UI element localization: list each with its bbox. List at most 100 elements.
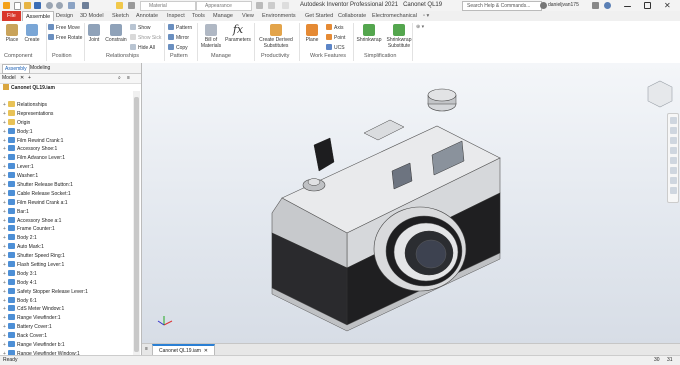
group-manage[interactable]: Manage: [211, 53, 231, 59]
pattern-button[interactable]: Pattern: [168, 24, 192, 32]
expand-icon[interactable]: +: [3, 137, 7, 146]
browser-part-item[interactable]: + Flash Setting Lever:1: [0, 261, 133, 270]
browser-folder-item[interactable]: + Origin: [0, 118, 133, 128]
browser-part-item[interactable]: + Shutter Release Button:1: [0, 181, 133, 190]
group-productivity[interactable]: Productivity: [261, 53, 289, 59]
tab-view[interactable]: View: [242, 11, 254, 21]
hide-all-button[interactable]: Hide All: [130, 44, 155, 52]
expand-icon[interactable]: +: [3, 172, 7, 181]
tab-electromechanical[interactable]: Electromechanical: [372, 11, 417, 21]
film-advance-lever[interactable]: [313, 137, 335, 172]
graphics-viewport[interactable]: [142, 63, 680, 343]
tab-collaborate[interactable]: Collaborate: [338, 11, 366, 21]
select-icon[interactable]: [82, 2, 89, 9]
free-rotate-button[interactable]: Free Rotate: [48, 34, 82, 42]
browser-part-item[interactable]: + Film Rewind Crank:1: [0, 136, 133, 146]
expand-icon[interactable]: +: [3, 314, 7, 323]
expand-icon[interactable]: +: [3, 217, 7, 226]
tab-manage[interactable]: Manage: [213, 11, 233, 21]
tab-file[interactable]: File: [2, 11, 21, 21]
material-dropdown[interactable]: Material: [140, 1, 196, 11]
add-panel-icon[interactable]: ⊕ ▾: [416, 23, 424, 31]
expand-icon[interactable]: +: [3, 261, 7, 270]
expand-icon[interactable]: +: [3, 181, 7, 190]
look-at-icon[interactable]: [669, 157, 677, 164]
expand-icon[interactable]: +: [3, 119, 7, 128]
redo-icon[interactable]: [56, 2, 63, 9]
show-sick-button[interactable]: Show Sick: [130, 34, 161, 42]
tab-design[interactable]: Design: [56, 11, 73, 21]
rewind-knob-cap[interactable]: [427, 88, 457, 102]
expand-icon[interactable]: +: [3, 145, 7, 154]
browser-part-item[interactable]: + Back Cover:1: [0, 332, 133, 341]
user-name[interactable]: danieljvan175: [548, 2, 579, 8]
home-icon[interactable]: [68, 2, 75, 9]
browser-part-item[interactable]: + Cable Release Socket:1: [0, 189, 133, 199]
new-icon[interactable]: [14, 2, 21, 10]
expand-icon[interactable]: +: [3, 297, 7, 306]
tab-tools[interactable]: Tools: [192, 11, 205, 21]
group-work-features[interactable]: Work Features: [310, 53, 346, 59]
browser-root[interactable]: Canonet QL19.iam: [0, 84, 141, 93]
copy-button[interactable]: Copy: [168, 44, 188, 52]
expand-icon[interactable]: +: [3, 128, 7, 137]
camera-model[interactable]: [142, 63, 680, 343]
browser-part-item[interactable]: + Film Rewind Crank a:1: [0, 198, 133, 208]
browser-part-item[interactable]: + Lever:1: [0, 163, 133, 172]
expand-icon[interactable]: +: [3, 341, 7, 350]
measure-icon[interactable]: [128, 2, 135, 9]
mirror-button[interactable]: Mirror: [168, 34, 189, 42]
tab-menu-icon[interactable]: ≡: [145, 346, 148, 352]
browser-part-item[interactable]: + Body 4:1: [0, 278, 133, 288]
minimize-icon[interactable]: [624, 6, 631, 7]
browser-folder-item[interactable]: + Representations: [0, 109, 133, 119]
group-component[interactable]: Component: [4, 53, 32, 59]
browser-part-item[interactable]: + Body 6:1: [0, 296, 133, 306]
expand-icon[interactable]: +: [3, 199, 7, 208]
browser-part-item[interactable]: + Body 2:1: [0, 234, 133, 243]
lens-glass-inner[interactable]: [415, 239, 447, 269]
browser-part-item[interactable]: + Washer:1: [0, 172, 133, 181]
expand-icon[interactable]: +: [3, 190, 7, 199]
full-navigation-wheel-icon[interactable]: [669, 117, 677, 124]
shrinkwrap-substitute-button[interactable]: Shrinkwrap Substitute: [384, 24, 414, 49]
browser-scrollbar[interactable]: [133, 91, 140, 355]
fx-icon[interactable]: [268, 2, 275, 9]
browser-part-item[interactable]: + Accessory Shoe a:1: [0, 216, 133, 226]
orbit-icon[interactable]: [669, 147, 677, 154]
menu-icon[interactable]: ≡: [127, 74, 130, 83]
close-icon[interactable]: ✕: [20, 74, 24, 83]
constrain-button[interactable]: Constrain: [104, 24, 128, 43]
update-icon[interactable]: [116, 2, 123, 9]
tab-environments[interactable]: Environments: [262, 11, 296, 21]
scrollbar-thumb[interactable]: [134, 97, 139, 352]
browser-part-item[interactable]: + Bar:1: [0, 207, 133, 217]
group-relationships[interactable]: Relationships: [106, 53, 139, 59]
browser-part-item[interactable]: + Safety Stopper Release Lever:1: [0, 287, 133, 297]
free-move-button[interactable]: Free Move: [48, 24, 80, 32]
clear-appearance-icon[interactable]: [256, 2, 263, 9]
expand-icon[interactable]: +: [3, 225, 7, 234]
group-pattern[interactable]: Pattern: [170, 53, 188, 59]
walk-icon[interactable]: [669, 187, 677, 194]
help-search-input[interactable]: Search Help & Commands...: [462, 1, 542, 11]
create-button[interactable]: Create: [23, 24, 41, 43]
cart-icon[interactable]: [592, 2, 599, 9]
tab-3d-model[interactable]: 3D Model: [80, 11, 104, 21]
browser-part-item[interactable]: + Body:1: [0, 127, 133, 137]
point-button[interactable]: Point: [326, 34, 345, 42]
ucs-button[interactable]: UCS: [326, 44, 345, 52]
open-icon[interactable]: [24, 2, 31, 9]
browser-part-item[interactable]: + Auto Mark:1: [0, 243, 133, 252]
zoom-icon[interactable]: [669, 137, 677, 144]
bill-of-materials-button[interactable]: Bill of Materials: [199, 24, 223, 49]
tab-modeling[interactable]: Modeling: [28, 64, 52, 72]
help-icon[interactable]: [604, 2, 611, 9]
browser-part-item[interactable]: + Range Viewfinder:1: [0, 314, 133, 323]
expand-icon[interactable]: +: [3, 288, 7, 297]
shutter-release-cap[interactable]: [307, 178, 321, 186]
tab-annotate[interactable]: Annotate: [136, 11, 158, 21]
expand-icon[interactable]: +: [3, 243, 7, 252]
expand-icon[interactable]: +: [3, 305, 7, 314]
expand-icon[interactable]: +: [3, 234, 7, 243]
